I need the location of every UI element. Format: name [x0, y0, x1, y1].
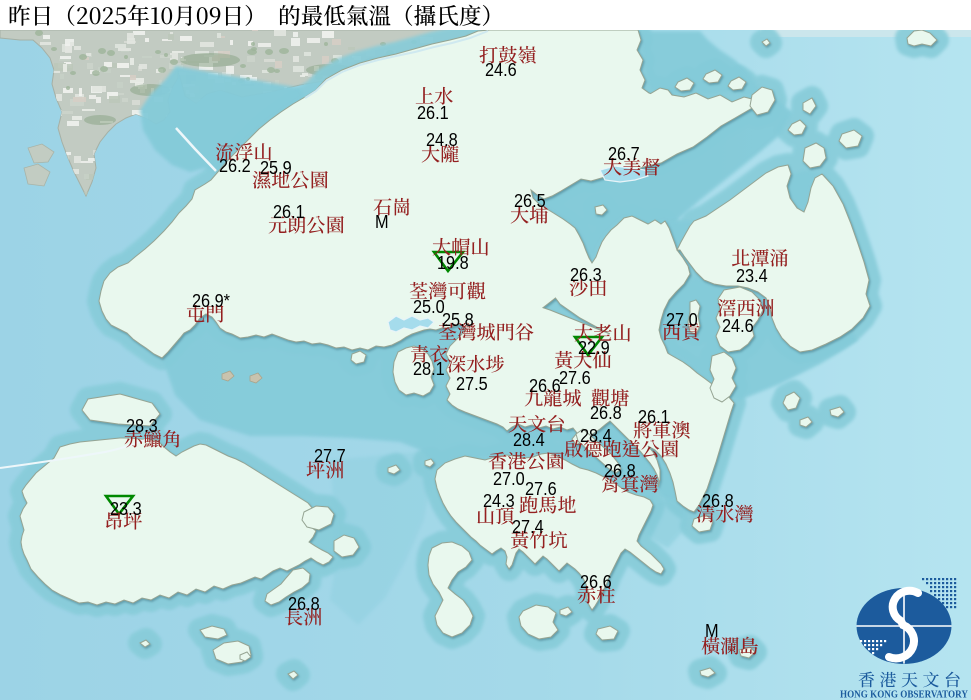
svg-text:26.6: 26.6	[580, 571, 612, 592]
svg-text:25.0: 25.0	[413, 296, 445, 317]
svg-text:19.8: 19.8	[437, 252, 469, 273]
svg-text:26.3: 26.3	[570, 264, 602, 285]
svg-text:24.6: 24.6	[722, 315, 754, 336]
svg-text:27.7: 27.7	[314, 445, 346, 466]
svg-text:26.1: 26.1	[638, 406, 670, 427]
svg-text:28.1: 28.1	[413, 358, 445, 379]
svg-text:26.1: 26.1	[273, 201, 305, 222]
svg-text:28.4: 28.4	[580, 425, 612, 446]
svg-text:27.5: 27.5	[456, 373, 488, 394]
svg-text:26.9*: 26.9*	[192, 290, 230, 311]
svg-text:M: M	[705, 620, 719, 641]
svg-text:27.6: 27.6	[559, 367, 591, 388]
svg-text:22.9: 22.9	[578, 337, 610, 358]
svg-text:27.0: 27.0	[666, 309, 698, 330]
svg-text:26.8: 26.8	[288, 593, 320, 614]
svg-text:26.7: 26.7	[608, 143, 640, 164]
svg-text:27.6: 27.6	[525, 478, 557, 499]
svg-text:25.8: 25.8	[442, 309, 474, 330]
svg-text:26.8: 26.8	[702, 490, 734, 511]
svg-text:24.6: 24.6	[485, 59, 517, 80]
svg-text:24.3: 24.3	[483, 490, 515, 511]
svg-text:26.8: 26.8	[590, 402, 622, 423]
svg-text:M: M	[375, 211, 389, 232]
svg-text:26.6: 26.6	[529, 375, 561, 396]
svg-text:23.4: 23.4	[736, 265, 768, 286]
svg-text:28.3: 28.3	[126, 415, 158, 436]
svg-text:26.5: 26.5	[514, 190, 546, 211]
svg-text:HONG KONG OBSERVATORY: HONG KONG OBSERVATORY	[840, 689, 968, 700]
svg-text:24.8: 24.8	[426, 129, 458, 150]
svg-text:26.2: 26.2	[219, 155, 251, 176]
svg-text:28.4: 28.4	[513, 429, 545, 450]
svg-text:27.4: 27.4	[512, 516, 544, 537]
svg-text:26.8: 26.8	[604, 460, 636, 481]
svg-text:26.1: 26.1	[417, 102, 449, 123]
svg-text:25.9: 25.9	[260, 157, 292, 178]
svg-text:23.3: 23.3	[110, 498, 142, 519]
svg-text:27.0: 27.0	[493, 468, 525, 489]
